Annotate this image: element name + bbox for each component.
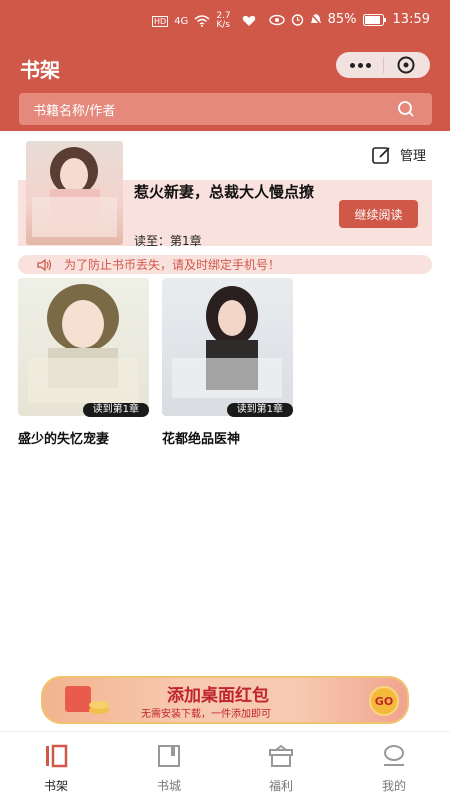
search-bar[interactable]: 书籍名称/作者 <box>19 93 432 125</box>
wifi-icon <box>194 15 210 27</box>
continue-reading-button[interactable]: 继续阅读 <box>339 200 418 228</box>
book-title[interactable]: 盛少的失忆宠妻 <box>18 428 109 447</box>
tab-mine[interactable]: 我的 <box>364 744 424 794</box>
speaker-icon <box>37 258 52 271</box>
banner-title: 添加桌面红包 <box>167 686 269 706</box>
bottom-tab-bar: 书架 书城 福利 我的 <box>0 731 450 800</box>
search-input[interactable]: 书籍名称/作者 <box>33 100 396 119</box>
mini-program-capsule <box>336 52 430 78</box>
status-bar: HD 4G 2.7 K/s 85% 13:59 <box>0 0 450 40</box>
bookshelf-icon <box>46 744 68 768</box>
battery-percent: 85% <box>327 12 357 27</box>
tab-bookshelf[interactable]: 书架 <box>26 744 86 794</box>
network-indicator: 4G <box>174 15 189 27</box>
cover-art <box>32 147 117 237</box>
cover-art <box>172 286 282 398</box>
book-cover[interactable] <box>18 278 149 416</box>
gift-icon <box>269 744 293 767</box>
status-left: HD 4G 2.7 K/s <box>152 12 256 30</box>
mute-icon <box>309 13 322 26</box>
net-speed: 2.7 K/s <box>216 11 231 30</box>
banner-subtitle: 无需安装下载，一件添加即可 <box>141 709 271 720</box>
clock: 13:59 <box>392 12 430 27</box>
alarm-icon <box>291 14 303 26</box>
coin-stack-icon <box>65 686 109 714</box>
page-title: 书架 <box>20 58 60 82</box>
manage-label: 管理 <box>400 149 427 164</box>
recent-book-cover[interactable] <box>26 141 123 245</box>
book-title[interactable]: 花都绝品医神 <box>162 428 240 447</box>
edit-icon <box>372 146 390 164</box>
capsule-divider <box>383 57 384 73</box>
tab-bookstore[interactable]: 书城 <box>139 744 199 794</box>
notice-bar[interactable]: 为了防止书币丢失，请及时绑定手机号！ <box>18 255 432 274</box>
desktop-redpacket-banner[interactable]: 添加桌面红包 无需安装下载，一件添加即可 GO <box>41 676 409 724</box>
search-icon[interactable] <box>396 99 416 119</box>
cover-art <box>28 284 138 403</box>
more-icon[interactable] <box>350 62 371 68</box>
hd-icon: HD <box>152 15 169 27</box>
recent-read-progress: 读至：第1章 <box>134 234 202 248</box>
tab-label: 书架 <box>43 779 68 793</box>
manage-button[interactable]: 管理 <box>372 145 426 164</box>
eye-icon <box>268 14 285 25</box>
banner-go-button[interactable]: GO <box>369 686 399 716</box>
book-cover[interactable] <box>162 278 293 416</box>
bookstore-icon <box>158 745 180 767</box>
close-icon[interactable] <box>396 55 416 75</box>
tab-label: 书城 <box>156 779 181 793</box>
notice-text: 为了防止书币丢失，请及时绑定手机号！ <box>64 258 281 272</box>
battery-icon <box>362 13 386 26</box>
heart-icon <box>243 16 256 26</box>
header-bar: HD 4G 2.7 K/s 85% 13:59 书架 书籍名称/作者 <box>0 0 450 131</box>
book-progress-badge: 读到第1章 <box>82 403 149 417</box>
tab-label: 我的 <box>381 779 406 793</box>
status-right: 85% 13:59 <box>268 12 430 27</box>
tab-welfare[interactable]: 福利 <box>251 744 311 794</box>
tab-label: 福利 <box>268 779 293 793</box>
book-progress-badge: 读到第1章 <box>226 403 293 417</box>
profile-icon <box>384 745 404 766</box>
recent-book-title[interactable]: 惹火新妻，总裁大人慢点撩 <box>134 181 334 203</box>
